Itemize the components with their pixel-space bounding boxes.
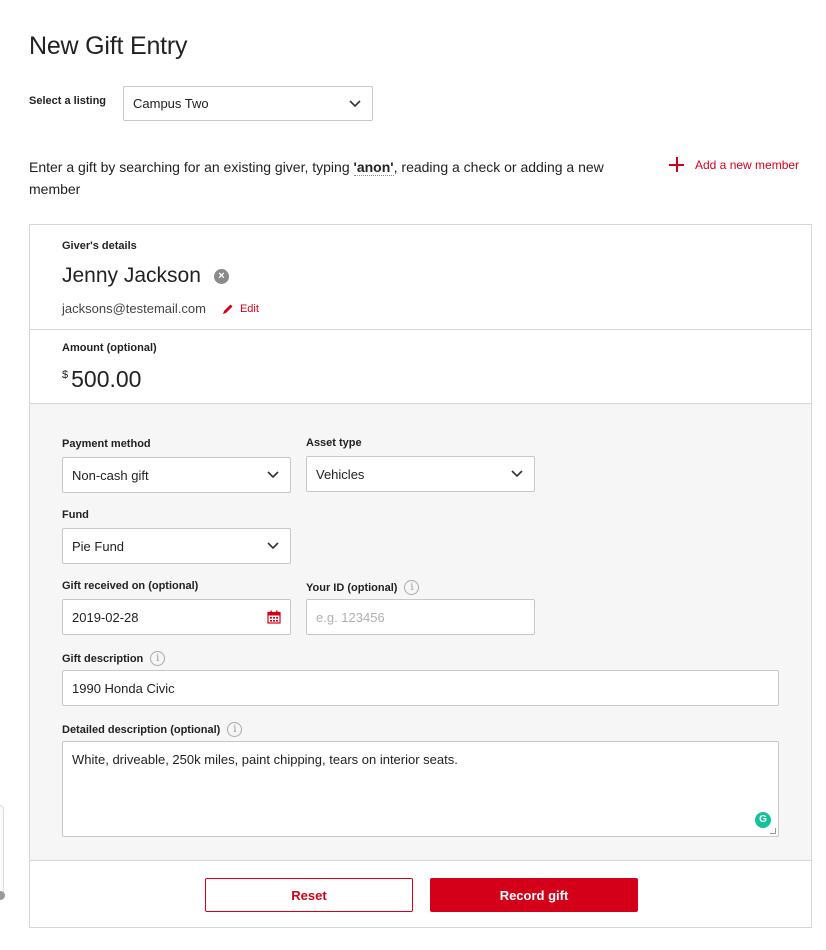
gift-form-section: Payment method Non-cash gift Asset type … [30,404,811,861]
detailed-description-label-row: Detailed description (optional) i [62,722,243,737]
amount-section: Amount (optional) [30,330,811,404]
chevron-down-icon [256,471,290,479]
plus-icon [669,157,684,172]
reset-button[interactable]: Reset [205,878,413,912]
edit-giver-button[interactable]: Edit [222,303,259,315]
asset-type-value: Vehicles [316,466,365,482]
side-widget-handle[interactable] [0,891,5,900]
gift-received-input[interactable]: 2019-02-28 [62,599,291,635]
payment-method-value: Non-cash gift [72,467,149,483]
grammarly-icon[interactable]: G [755,812,771,828]
chevron-down-icon [500,470,534,478]
fund-select[interactable]: Pie Fund [62,528,291,564]
giver-name-row: Jenny Jackson × [62,264,229,288]
record-gift-button[interactable]: Record gift [430,878,638,912]
info-icon[interactable]: i [227,722,243,737]
add-member-button[interactable]: Add a new member [669,157,799,172]
giver-section: Giver's details Jenny Jackson × jacksons… [30,225,811,330]
page-title: New Gift Entry [29,32,188,60]
currency-symbol: $ [62,369,69,381]
info-icon[interactable]: i [404,580,420,595]
fund-label: Fund [62,509,89,521]
your-id-placeholder: e.g. 123456 [316,609,385,625]
your-id-label: Your ID (optional) [306,581,398,594]
chevron-down-icon [338,99,372,108]
payment-method-select[interactable]: Non-cash gift [62,457,291,493]
giver-email: jacksons@testemail.com [62,301,206,316]
fund-value: Pie Fund [72,538,125,554]
calendar-icon[interactable] [267,610,281,624]
resize-handle[interactable] [770,828,776,834]
detailed-description-label: Detailed description (optional) [62,723,221,736]
giver-name: Jenny Jackson [62,264,201,287]
gift-entry-card: Giver's details Jenny Jackson × jacksons… [29,224,812,928]
actions-section: Reset Record gift [30,861,811,928]
intro-text: Enter a gift by searching for an existin… [29,156,639,200]
listing-select[interactable]: Campus Two [123,86,373,121]
detailed-description-value: White, driveable, 250k miles, paint chip… [72,752,458,767]
amount-label: Amount (optional) [62,342,157,354]
chevron-down-icon [256,542,290,550]
gift-received-value: 2019-02-28 [72,609,139,625]
edit-label: Edit [239,302,259,315]
gift-description-label: Gift description [62,652,144,665]
gift-description-value: 1990 Honda Civic [72,680,175,696]
pencil-icon [222,304,233,314]
anon-keyword: 'anon' [353,159,394,176]
giver-section-label: Giver's details [62,240,137,252]
gift-received-label: Gift received on (optional) [62,580,199,592]
intro-text-before: Enter a gift by searching for an existin… [29,159,354,175]
detailed-description-textarea[interactable]: White, driveable, 250k miles, paint chip… [62,741,779,837]
asset-type-select[interactable]: Vehicles [306,456,535,492]
payment-method-label: Payment method [62,438,151,450]
listing-select-value: Campus Two [133,96,209,111]
gift-description-label-row: Gift description i [62,651,166,666]
asset-type-label: Asset type [306,437,362,449]
info-icon[interactable]: i [150,651,166,666]
your-id-label-row: Your ID (optional) i [306,580,420,595]
listing-label: Select a listing [29,95,107,107]
amount-input[interactable]: $ 500.00 [62,366,141,393]
side-widget[interactable] [0,805,4,900]
your-id-input[interactable]: e.g. 123456 [306,599,535,635]
giver-email-row: jacksons@testemail.com Edit [62,301,259,316]
gift-description-input[interactable]: 1990 Honda Civic [62,670,779,706]
add-member-label: Add a new member [695,157,800,172]
clear-icon[interactable]: × [213,268,229,284]
amount-value: 500.00 [71,366,142,392]
